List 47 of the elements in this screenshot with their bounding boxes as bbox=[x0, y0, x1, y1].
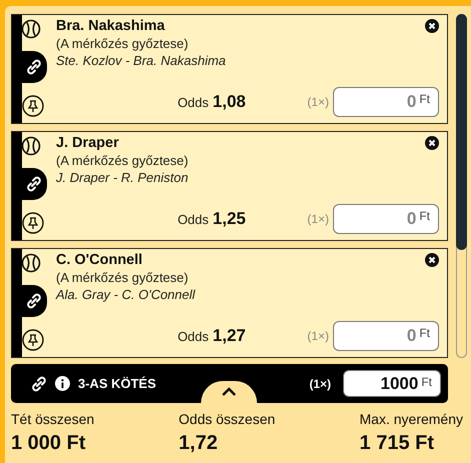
odds-label: Odds bbox=[178, 95, 209, 110]
scrollbar[interactable] bbox=[456, 14, 467, 358]
market-label: (A mérkőzés győztese) bbox=[56, 270, 190, 285]
close-icon[interactable] bbox=[425, 253, 439, 267]
odds-value: 1,08 bbox=[212, 92, 246, 112]
player-name: Bra. Nakashima bbox=[56, 18, 165, 34]
pin-icon[interactable] bbox=[22, 329, 44, 351]
link-icon[interactable] bbox=[26, 176, 42, 192]
market-label: (A mérkőzés győztese) bbox=[56, 153, 190, 168]
link-icon[interactable] bbox=[26, 293, 42, 309]
multiplier-label: (1×) bbox=[307, 329, 329, 343]
multiplier-label: (1×) bbox=[307, 212, 329, 226]
multiplier-label: (1×) bbox=[307, 95, 329, 109]
market-label: (A mérkőzés győztese) bbox=[56, 36, 190, 51]
summary-label: Tét összesen bbox=[11, 411, 94, 427]
multiplier-label: (1×) bbox=[309, 376, 331, 390]
player-name: C. O'Connell bbox=[56, 252, 142, 268]
summary-value: 1,72 bbox=[178, 432, 219, 455]
match-name: J. Draper - R. Peniston bbox=[56, 170, 190, 185]
link-tab[interactable] bbox=[21, 168, 47, 200]
match-name: Ala. Gray - C. O'Connell bbox=[56, 287, 196, 302]
pin-icon[interactable] bbox=[22, 95, 44, 117]
link-icon[interactable] bbox=[26, 59, 42, 75]
combo-title: 3-AS KÖTÉS bbox=[78, 376, 156, 391]
link-tab[interactable] bbox=[21, 51, 47, 83]
tennis-ball-icon bbox=[21, 136, 41, 156]
player-name: J. Draper bbox=[56, 135, 119, 151]
pin-icon[interactable] bbox=[22, 212, 44, 234]
odds-label: Odds bbox=[178, 329, 209, 344]
summary-label: Odds összesen bbox=[178, 411, 276, 427]
link-icon[interactable] bbox=[31, 376, 47, 392]
summary-value: 1 715 Ft bbox=[360, 432, 435, 455]
tennis-ball-icon bbox=[21, 19, 41, 39]
close-icon[interactable] bbox=[425, 19, 439, 33]
caret-icon bbox=[221, 387, 237, 397]
odds-value: 1,27 bbox=[212, 326, 246, 346]
odds-label: Odds bbox=[178, 212, 209, 227]
expand-button[interactable] bbox=[201, 381, 257, 403]
match-name: Ste. Kozlov - Bra. Nakashima bbox=[56, 53, 227, 68]
summary-value: 1 000 Ft bbox=[11, 432, 86, 455]
info-icon[interactable] bbox=[55, 376, 70, 391]
link-tab[interactable] bbox=[21, 285, 47, 317]
close-icon[interactable] bbox=[425, 136, 439, 150]
summary-label: Max. nyeremény bbox=[360, 411, 463, 427]
tennis-ball-icon bbox=[21, 253, 41, 273]
stake-field[interactable]: 1000 Ft bbox=[343, 370, 441, 397]
odds-value: 1,25 bbox=[212, 209, 246, 229]
